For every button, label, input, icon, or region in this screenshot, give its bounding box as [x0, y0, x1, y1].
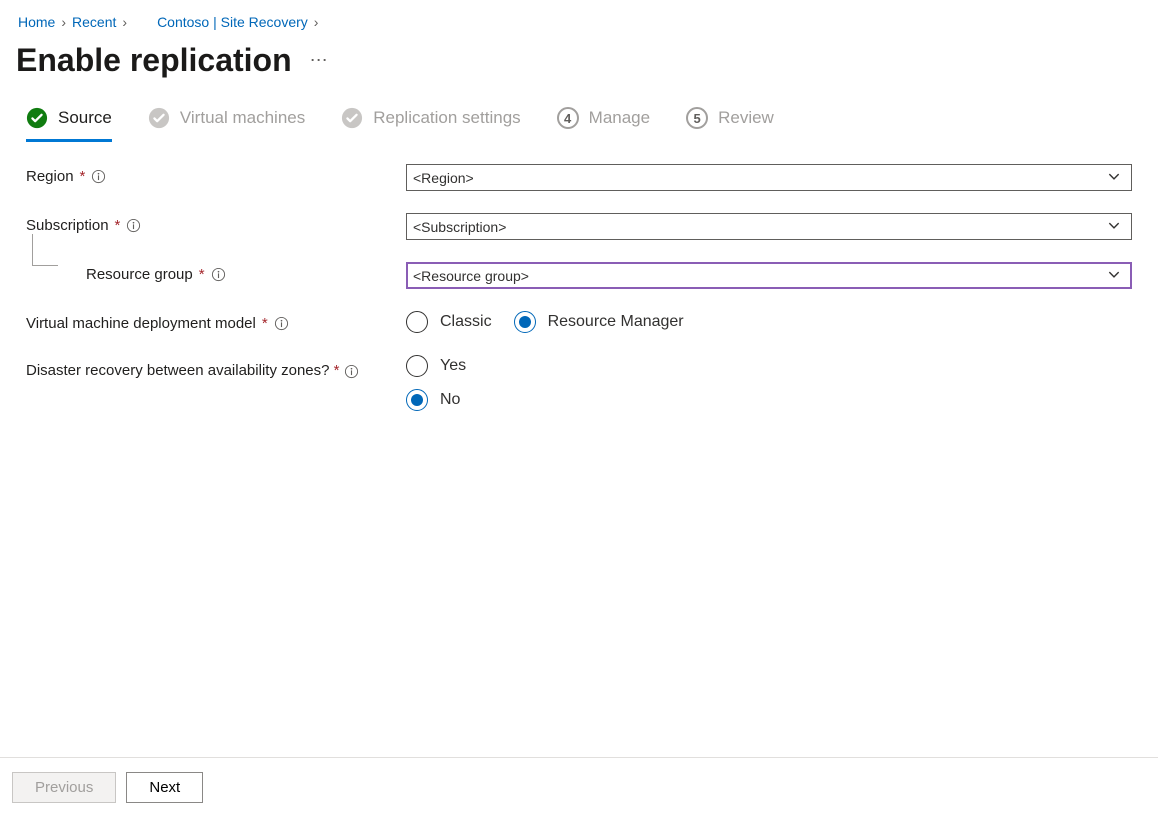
- chevron-right-icon: ›: [61, 14, 66, 30]
- tab-source[interactable]: Source: [26, 107, 112, 142]
- info-icon[interactable]: [274, 316, 289, 331]
- chevron-down-icon: [1107, 169, 1121, 186]
- subscription-label-text: Subscription: [26, 217, 109, 234]
- wizard-tabs: Source Virtual machines Replication sett…: [0, 107, 1158, 142]
- tab-manage-label: Manage: [589, 108, 650, 128]
- chevron-down-icon: [1107, 218, 1121, 235]
- row-deployment-model: Virtual machine deployment model * Class…: [26, 311, 1132, 333]
- region-label-text: Region: [26, 168, 74, 185]
- wizard-footer: Previous Next: [0, 757, 1158, 817]
- previous-button: Previous: [12, 772, 116, 803]
- breadcrumb: Home › Recent › Contoso | Site Recovery …: [0, 0, 1158, 34]
- resource-group-select-value: <Resource group>: [413, 268, 529, 284]
- label-dr-zones: Disaster recovery between availability z…: [26, 355, 406, 383]
- breadcrumb-current[interactable]: Contoso | Site Recovery: [157, 14, 308, 30]
- tab-virtual-machines[interactable]: Virtual machines: [148, 107, 305, 142]
- deployment-model-label-text: Virtual machine deployment model: [26, 315, 256, 332]
- subscription-select[interactable]: <Subscription>: [406, 213, 1132, 240]
- info-icon[interactable]: [211, 267, 226, 282]
- chevron-right-icon: ›: [314, 14, 319, 30]
- check-circle-icon: [148, 107, 170, 129]
- page-title-row: Enable replication ⋯: [0, 34, 1158, 107]
- tab-review-label: Review: [718, 108, 774, 128]
- radio-classic[interactable]: Classic: [406, 311, 492, 333]
- row-subscription: Subscription * <Subscription>: [26, 213, 1132, 240]
- deployment-model-radios: Classic Resource Manager: [406, 311, 1132, 333]
- tab-manage[interactable]: 4 Manage: [557, 107, 650, 142]
- required-asterisk: *: [80, 168, 86, 185]
- row-region: Region * <Region>: [26, 164, 1132, 191]
- form-body: Region * <Region> Subscription *: [0, 142, 1158, 411]
- chevron-down-icon: [1107, 267, 1121, 284]
- radio-circle: [406, 389, 428, 411]
- info-icon[interactable]: [344, 364, 359, 379]
- subscription-select-value: <Subscription>: [413, 219, 506, 235]
- chevron-right-icon: ›: [122, 14, 127, 30]
- radio-circle: [406, 355, 428, 377]
- resource-group-label-text: Resource group: [86, 266, 193, 283]
- info-icon[interactable]: [126, 218, 141, 233]
- label-resource-group: Resource group *: [26, 262, 406, 283]
- tab-source-label: Source: [58, 108, 112, 128]
- radio-resource-manager[interactable]: Resource Manager: [514, 311, 684, 333]
- resource-group-select[interactable]: <Resource group>: [406, 262, 1132, 289]
- tab-replication-label: Replication settings: [373, 108, 520, 128]
- page-title: Enable replication: [16, 42, 292, 79]
- radio-rm-label: Resource Manager: [548, 313, 684, 331]
- more-icon[interactable]: ⋯: [306, 48, 333, 73]
- next-button[interactable]: Next: [126, 772, 203, 803]
- required-asterisk: *: [334, 362, 340, 379]
- radio-no-label: No: [440, 391, 460, 409]
- step-number-icon: 4: [557, 107, 579, 129]
- tab-vms-label: Virtual machines: [180, 108, 305, 128]
- required-asterisk: *: [199, 266, 205, 283]
- breadcrumb-recent[interactable]: Recent: [72, 14, 116, 30]
- row-dr-zones: Disaster recovery between availability z…: [26, 355, 1132, 411]
- radio-yes-label: Yes: [440, 357, 466, 375]
- breadcrumb-home[interactable]: Home: [18, 14, 55, 30]
- label-subscription: Subscription *: [26, 213, 406, 234]
- required-asterisk: *: [115, 217, 121, 234]
- dr-zones-radios: Yes No: [406, 355, 1132, 411]
- required-asterisk: *: [262, 315, 268, 332]
- check-circle-icon: [26, 107, 48, 129]
- radio-dr-yes[interactable]: Yes: [406, 355, 466, 377]
- radio-circle: [406, 311, 428, 333]
- step-number-icon: 5: [686, 107, 708, 129]
- radio-dr-no[interactable]: No: [406, 389, 460, 411]
- label-deployment-model: Virtual machine deployment model *: [26, 311, 406, 332]
- radio-circle: [514, 311, 536, 333]
- tab-replication-settings[interactable]: Replication settings: [341, 107, 520, 142]
- radio-classic-label: Classic: [440, 313, 492, 331]
- row-resource-group: Resource group * <Resource group>: [26, 262, 1132, 289]
- check-circle-icon: [341, 107, 363, 129]
- tab-review[interactable]: 5 Review: [686, 107, 774, 142]
- region-select[interactable]: <Region>: [406, 164, 1132, 191]
- dr-zones-label-text: Disaster recovery between availability z…: [26, 362, 329, 379]
- label-region: Region *: [26, 164, 406, 185]
- region-select-value: <Region>: [413, 170, 474, 186]
- info-icon[interactable]: [91, 169, 106, 184]
- hierarchy-connector: [32, 234, 58, 266]
